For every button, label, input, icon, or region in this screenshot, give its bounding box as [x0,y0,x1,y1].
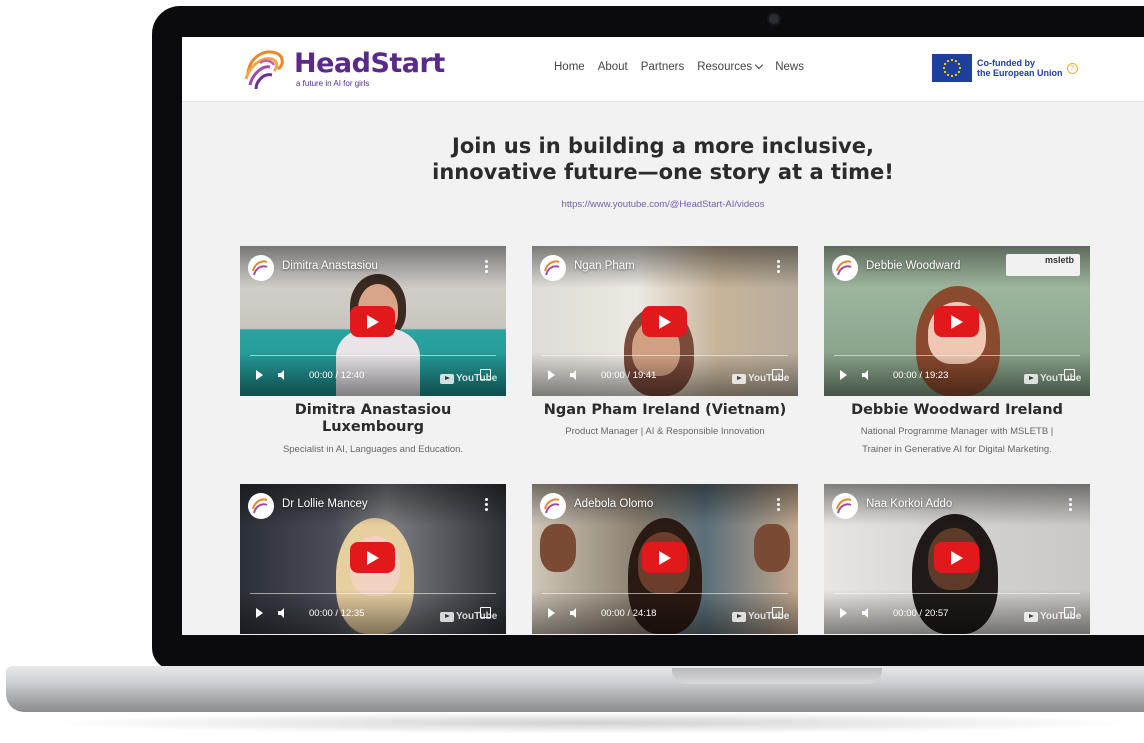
video-player[interactable]: Adebola Olomo 00:00 / 24:18 YouTube [532,484,798,634]
main-nav: Home About Partners Resources News [554,60,804,73]
video-title-line1: Dimitra Anastasiou [294,402,452,418]
more-options-icon[interactable] [485,260,488,273]
nav-news[interactable]: News [775,61,804,73]
fullscreen-icon[interactable] [1064,369,1075,380]
logo-name: HeadStart [294,47,445,79]
video-description-line2: Trainer in Generative AI for Digital Mar… [862,444,1052,455]
youtube-channel-link[interactable]: https://www.youtube.com/@HeadStart-AI/vi… [182,199,1144,210]
play-icon[interactable] [548,608,555,618]
hero-section: Join us in building a more inclusive, in… [182,133,1144,210]
more-options-icon[interactable] [777,498,780,511]
play-icon[interactable] [256,370,263,380]
video-title: Ngan Pham Ireland (Vietnam) [543,402,787,418]
fullscreen-icon[interactable] [1064,607,1075,618]
logo-tagline: a future in AI for girls [296,78,370,88]
play-icon[interactable] [840,370,847,380]
video-player[interactable]: Naa Korkoi Addo 00:00 / 20:57 YouTube [824,484,1090,634]
laptop-base [6,666,1144,712]
volume-icon[interactable] [278,608,288,618]
video-time: 00:00 / 12:40 [309,370,365,381]
fullscreen-icon[interactable] [480,607,491,618]
progress-bar[interactable] [250,355,496,356]
site-header: HeadStart a future in AI for girls Home … [182,37,1144,102]
hero-title: Join us in building a more inclusive, in… [182,133,1144,185]
video-title-line2: Luxembourg [321,419,425,435]
progress-bar[interactable] [250,593,496,594]
play-button[interactable] [934,542,979,573]
video-title: Debbie Woodward Ireland [851,402,1063,418]
more-options-icon[interactable] [777,260,780,273]
channel-avatar[interactable] [832,493,858,519]
video-player[interactable]: Dr Lollie Mancey 00:00 / 12:35 YouTube [240,484,506,634]
video-player[interactable]: Debbie Woodward msletb 00:00 / 19:23 You… [824,246,1090,396]
eu-flag-icon [932,54,972,82]
nav-resources[interactable]: Resources [697,60,764,73]
eu-funding-badge: Co-funded by the European Union ? [932,54,1078,82]
nav-about[interactable]: About [598,61,628,73]
video-description: Product Manager | AI & Responsible Innov… [565,426,765,437]
video-channel-name[interactable]: Dimitra Anastasiou [282,260,378,272]
video-channel-name[interactable]: Dr Lollie Mancey [282,498,368,510]
play-button[interactable] [642,542,687,573]
video-title: Dimitra Anastasiou Luxembourg [240,402,506,436]
video-time: 00:00 / 19:41 [601,370,657,381]
play-icon[interactable] [256,608,263,618]
more-options-icon[interactable] [485,498,488,511]
fullscreen-icon[interactable] [772,369,783,380]
nav-resources-label: Resources [697,61,753,73]
fullscreen-icon[interactable] [480,369,491,380]
hero-title-line1: Join us in building a more inclusive, [452,134,874,158]
volume-icon[interactable] [862,370,872,380]
laptop-shadow [40,712,1144,734]
video-channel-name[interactable]: Adebola Olomo [574,498,653,510]
volume-icon[interactable] [862,608,872,618]
progress-bar[interactable] [542,355,788,356]
volume-icon[interactable] [278,370,288,380]
play-icon[interactable] [840,608,847,618]
webcam [769,14,779,24]
video-player[interactable]: Ngan Pham 00:00 / 19:41 YouTube [532,246,798,396]
volume-icon[interactable] [570,370,580,380]
browser-screen: HeadStart a future in AI for girls Home … [182,37,1144,635]
nav-home[interactable]: Home [554,61,585,73]
nav-partners[interactable]: Partners [641,61,684,73]
channel-avatar[interactable] [248,493,274,519]
help-icon[interactable]: ? [1066,62,1078,74]
channel-avatar[interactable] [248,255,274,281]
video-channel-name[interactable]: Debbie Woodward [866,260,960,272]
progress-bar[interactable] [834,355,1080,356]
play-icon[interactable] [548,370,555,380]
play-button[interactable] [350,542,395,573]
channel-avatar[interactable] [540,493,566,519]
video-time: 00:00 / 19:23 [893,370,949,381]
progress-bar[interactable] [542,593,788,594]
logo-mark-icon [244,50,284,90]
video-time: 00:00 / 12:35 [309,608,365,619]
video-time: 00:00 / 20:57 [893,608,949,619]
video-channel-name[interactable]: Naa Korkoi Addo [866,498,952,510]
eu-text-line2: the European Union [977,68,1063,78]
channel-avatar[interactable] [540,255,566,281]
play-button[interactable] [350,306,395,337]
eu-text-line1: Co-funded by [977,58,1035,68]
video-player[interactable]: Dimitra Anastasiou 00:00 / 12:40 YouTube [240,246,506,396]
play-button[interactable] [642,306,687,337]
headstart-logo[interactable]: HeadStart a future in AI for girls [240,43,445,93]
hero-title-line2: innovative future—one story at a time! [432,160,894,184]
fullscreen-icon[interactable] [772,607,783,618]
play-button[interactable] [934,306,979,337]
video-description: Specialist in AI, Languages and Educatio… [282,444,464,455]
chevron-down-icon [754,60,764,70]
volume-icon[interactable] [570,608,580,618]
video-channel-name[interactable]: Ngan Pham [574,260,635,272]
video-time: 00:00 / 24:18 [601,608,657,619]
laptop-notch [672,668,882,684]
more-options-icon[interactable] [1069,498,1072,511]
channel-avatar[interactable] [832,255,858,281]
video-description-line1: National Programme Manager with MSLETB | [860,426,1054,437]
progress-bar[interactable] [834,593,1080,594]
msletb-logo: msletb [1006,254,1080,276]
